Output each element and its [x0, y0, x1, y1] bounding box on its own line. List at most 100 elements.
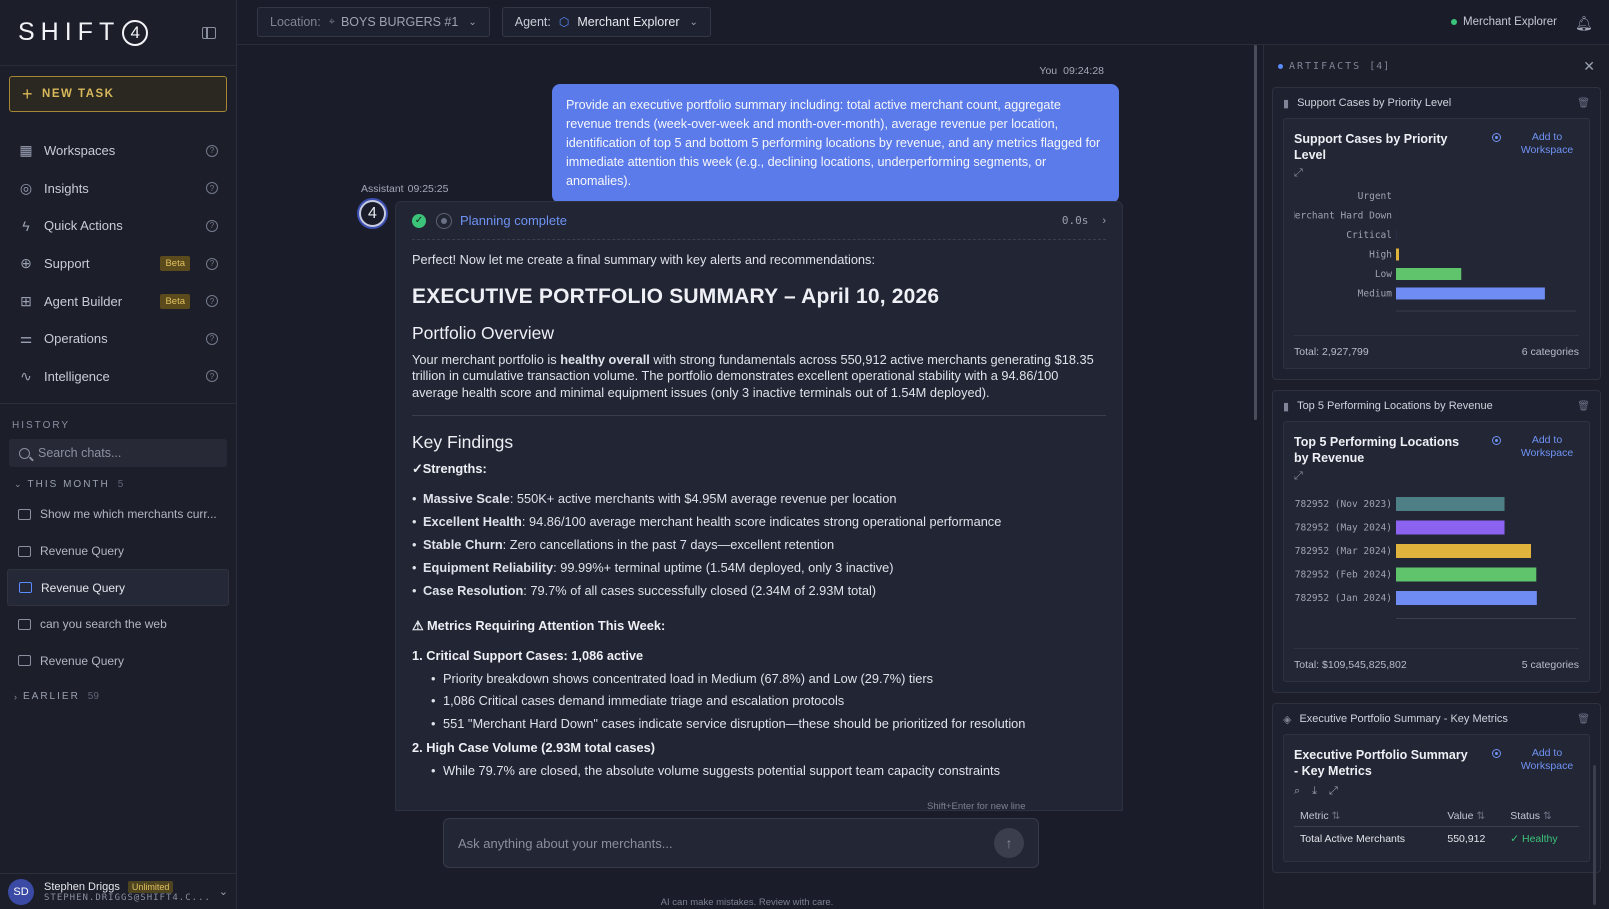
help-icon[interactable]: ? — [206, 257, 218, 270]
help-icon[interactable]: ? — [206, 332, 218, 345]
topbar-right: Merchant Explorer 🔔︎ — [1451, 15, 1609, 31]
help-icon[interactable]: ? — [206, 182, 218, 195]
chevron-down-icon[interactable]: ⌄ — [219, 885, 228, 898]
bar[interactable] — [1396, 287, 1545, 300]
bell-icon[interactable]: 🔔︎ — [1575, 15, 1593, 31]
agent-status-label: Merchant Explorer — [1463, 16, 1557, 28]
send-arrow-icon[interactable]: ↑ — [994, 828, 1024, 858]
bar[interactable] — [1396, 248, 1399, 261]
help-icon[interactable]: ? — [206, 370, 218, 383]
bar[interactable] — [1396, 567, 1537, 582]
chat-history-item-active[interactable]: Revenue Query — [7, 569, 229, 606]
artifact-preview: Executive Portfolio Summary - Key Metric… — [1283, 734, 1590, 862]
column-label: Value — [1447, 810, 1474, 822]
overview-paragraph: Your merchant portfolio is healthy overa… — [412, 352, 1106, 402]
sidebar-item-support[interactable]: ⊕ Support Beta ? — [0, 245, 236, 283]
chat-history-item[interactable]: Revenue Query — [0, 533, 236, 570]
agent-selector[interactable]: Agent: ⬡ Merchant Explorer ⌄ — [501, 7, 711, 37]
planning-time: 0.0s — [1061, 214, 1089, 227]
artifact-card: ▮ Support Cases by Priority Level 🗑︎ Sup… — [1272, 87, 1601, 380]
help-icon[interactable]: ? — [206, 144, 218, 157]
sidebar-item-insights[interactable]: ◎ Insights ? — [0, 170, 236, 208]
summary-title: EXECUTIVE PORTFOLIO SUMMARY – April 10, … — [412, 284, 940, 308]
trash-icon[interactable]: 🗑︎ — [1577, 98, 1590, 109]
sliders-icon: ⚌ — [19, 330, 33, 347]
sender-label: Assistant — [361, 183, 404, 195]
nav-label: Intelligence — [44, 368, 110, 384]
sidebar-item-operations[interactable]: ⚌ Operations ? — [0, 320, 236, 358]
add-to-workspace-button[interactable]: Add to Workspace — [1492, 747, 1579, 779]
category-label: 1782952 (Nov 2023) — [1294, 499, 1392, 510]
sidebar-item-intelligence[interactable]: ∿ Intelligence ? — [0, 358, 236, 396]
user-name: Stephen Driggs — [44, 880, 120, 893]
column-header-value[interactable]: Value ⇅ — [1441, 806, 1505, 827]
sort-icon: ⇅ — [1331, 810, 1341, 822]
new-task-button[interactable]: + NEW TASK — [9, 76, 227, 112]
chat-title: Revenue Query — [40, 544, 125, 559]
group-earlier[interactable]: › EARLIER 59 — [0, 679, 236, 708]
bar[interactable] — [1396, 520, 1505, 535]
add-to-workspace-button[interactable]: Add to Workspace — [1492, 434, 1579, 466]
column-header-status[interactable]: Status ⇅ — [1504, 806, 1579, 827]
chat-bubble-icon — [18, 655, 31, 667]
group-count: 5 — [117, 479, 124, 491]
chat-title: Revenue Query — [41, 580, 126, 595]
plan-badge: Unlimited — [127, 880, 174, 893]
item-text: : 550K+ active merchants with $4.95M ave… — [509, 491, 897, 506]
location-selector[interactable]: Location: ⌖ BOYS BURGERS #1 ⌄ — [257, 7, 490, 37]
download-icon[interactable]: ⤓ — [1312, 785, 1317, 798]
sidebar: SHIFT 4 + NEW TASK ▦ Workspaces ? ◎ Insig… — [0, 0, 237, 909]
trash-icon[interactable]: 🗑︎ — [1577, 401, 1590, 412]
bar[interactable] — [1396, 268, 1462, 280]
search-chats-input[interactable]: Search chats... — [9, 439, 227, 468]
chat-history-item[interactable]: Show me which merchants curr... — [0, 496, 236, 533]
logo-row: SHIFT 4 — [0, 0, 236, 66]
chat-bubble-icon — [18, 508, 31, 520]
expand-icon[interactable]: ⤢ — [1294, 470, 1579, 483]
artifact-preview-head: Support Cases by Priority Level Add to W… — [1294, 131, 1579, 163]
artifact-title-row[interactable]: ▮ Support Cases by Priority Level 🗑︎ — [1273, 88, 1600, 118]
search-icon[interactable]: ⌕ — [1294, 785, 1300, 798]
artifacts-scrollbar[interactable] — [1593, 765, 1596, 905]
list-item: • Excellent Health: 94.86/100 average mer… — [412, 514, 1002, 529]
help-icon[interactable]: ? — [206, 219, 218, 232]
chat-history-item[interactable]: can you search the web — [0, 606, 236, 643]
sidebar-toggle-icon[interactable] — [202, 26, 216, 39]
chart-title: Top 5 Performing Locations by Revenue — [1294, 435, 1460, 465]
trash-icon[interactable]: 🗑︎ — [1577, 714, 1590, 725]
chat-scrollbar[interactable] — [1254, 45, 1257, 420]
expand-icon[interactable]: ⤢ — [1294, 167, 1579, 180]
pin-icon — [1492, 436, 1501, 445]
history-heading: HISTORY — [12, 420, 71, 432]
sidebar-item-workspaces[interactable]: ▦ Workspaces ? — [0, 132, 236, 170]
status-badge: ✓ Healthy — [1510, 833, 1558, 845]
expand-icon[interactable]: ⤢ — [1329, 785, 1338, 798]
value-cell: 550,912 — [1447, 833, 1486, 845]
chart-categories: 6 categories — [1521, 346, 1579, 358]
artifact-title-row[interactable]: ◈ Executive Portfolio Summary - Key Metr… — [1273, 704, 1600, 734]
user-profile[interactable]: SD Stephen Driggs Unlimited STEPHEN.DRIG… — [0, 873, 236, 909]
artifact-title-row[interactable]: ▮ Top 5 Performing Locations by Revenue … — [1273, 391, 1600, 421]
bar[interactable] — [1396, 544, 1531, 558]
chat-input[interactable] — [458, 835, 994, 851]
close-icon[interactable]: ✕ — [1583, 58, 1595, 75]
sidebar-item-quick-actions[interactable]: ϟ Quick Actions ? — [0, 207, 236, 245]
globe-icon: ◎ — [19, 179, 33, 196]
shift4-logo[interactable]: SHIFT 4 — [18, 18, 149, 47]
help-icon[interactable]: ? — [206, 295, 218, 308]
category-label: Low — [1375, 269, 1392, 280]
chat-history-item[interactable]: Revenue Query — [0, 643, 236, 680]
sort-icon: ⇅ — [1476, 810, 1486, 822]
add-to-workspace-button[interactable]: Add to Workspace — [1492, 131, 1579, 163]
user-info: Stephen Driggs Unlimited STEPHEN.DRIGGS@… — [44, 880, 219, 903]
sidebar-item-agent-builder[interactable]: ⊞ Agent Builder Beta ? — [0, 282, 236, 320]
table-row[interactable]: Total Active Merchants 550,912 ✓ Healthy — [1294, 827, 1579, 852]
bar[interactable] — [1396, 497, 1505, 511]
column-header-metric[interactable]: Metric ⇅ — [1294, 806, 1442, 827]
bar[interactable] — [1396, 591, 1537, 605]
attention-heading: ⚠ Metrics Requiring Attention This Week: — [412, 617, 666, 633]
group-this-month[interactable]: ⌄ THIS MONTH 5 — [0, 467, 236, 496]
planning-status-row[interactable]: ✓ Planning complete 0.0s › — [412, 202, 1106, 240]
category-label: Critical — [1346, 230, 1392, 241]
layers-icon: ◈ — [1283, 713, 1292, 726]
